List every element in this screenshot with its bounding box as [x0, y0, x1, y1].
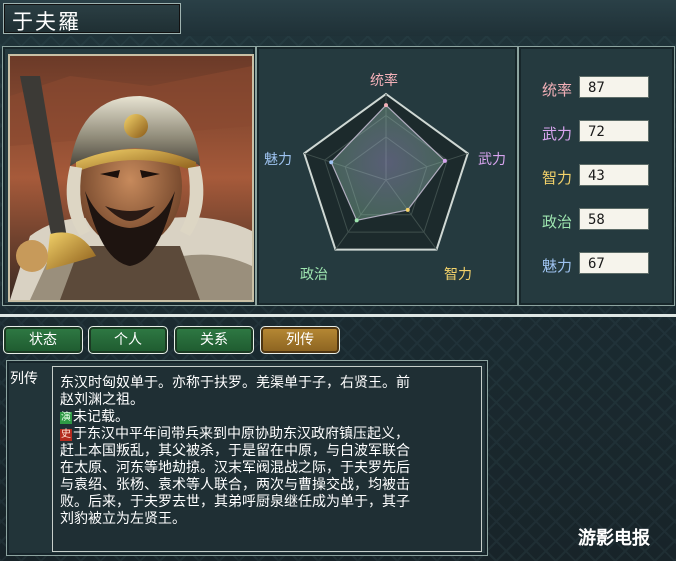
radar-label-charm: 魅力 [264, 152, 292, 168]
radar-point-politics [354, 218, 359, 223]
radar-label-war: 武力 [478, 152, 506, 168]
stat-label: 魅力 [542, 257, 573, 275]
officer-name: 于夫羅 [12, 10, 81, 34]
biography-label: 列传 [10, 371, 38, 387]
stat-row-leadership: 统率 87 [530, 76, 660, 102]
radar-label-leadership: 统率 [370, 73, 398, 89]
officer-portrait [8, 54, 254, 302]
radar-point-war [442, 158, 447, 163]
radar-label-intelligence: 智力 [444, 267, 472, 283]
watermark-text: 游影电报 [578, 528, 650, 549]
stat-label: 武力 [542, 125, 573, 143]
stat-row-charm: 魅力 67 [530, 252, 660, 278]
stat-value: 67 [579, 252, 649, 274]
stat-value: 43 [579, 164, 649, 186]
radar-point-intelligence [405, 207, 410, 212]
stat-row-intelligence: 智力 43 [530, 164, 660, 190]
radar-point-leadership [384, 103, 388, 108]
stat-row-politics: 政治 58 [530, 208, 660, 234]
stat-label: 政治 [542, 213, 573, 231]
stat-row-war: 武力 72 [530, 120, 660, 146]
portrait-image [10, 56, 252, 300]
stat-value: 58 [579, 208, 649, 230]
tab-relations[interactable]: 关系 [174, 326, 254, 354]
officer-name-box: 于夫羅 [3, 3, 181, 34]
stat-label: 统率 [542, 81, 573, 99]
stat-value: 87 [579, 76, 649, 98]
tab-biography[interactable]: 列传 [260, 326, 340, 354]
tab-status[interactable]: 状态 [3, 326, 83, 354]
stat-value: 72 [579, 120, 649, 142]
stats-radar-chart: 统率 武力 智力 政治 魅力 [258, 50, 514, 302]
section-divider [0, 314, 676, 317]
stat-label: 智力 [542, 169, 573, 187]
biography-line: 刘豹被立为左贤王。 [60, 511, 186, 527]
tab-personal[interactable]: 个人 [88, 326, 168, 354]
radar-point-charm [329, 160, 334, 165]
radar-label-politics: 政治 [300, 267, 328, 283]
